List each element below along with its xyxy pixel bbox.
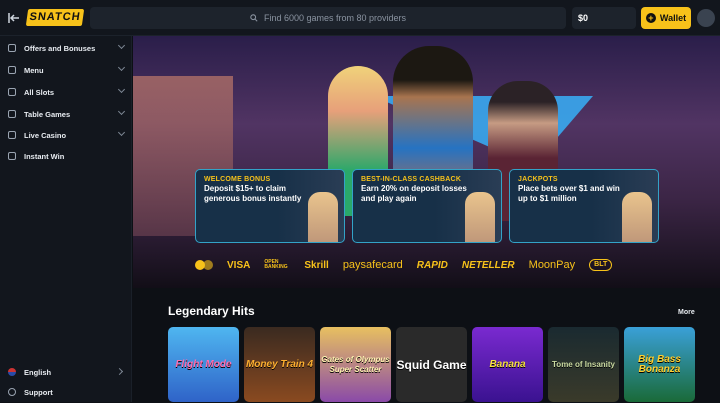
brand-logo[interactable]: SNATCH bbox=[25, 9, 85, 26]
wallet-button[interactable]: + Wallet bbox=[641, 7, 691, 29]
sidebar-item-label: Instant Win bbox=[24, 151, 65, 161]
sidebar-item-menu[interactable]: Menu bbox=[0, 59, 132, 81]
top-bar: SNATCH Find 6000 games from 80 providers… bbox=[0, 0, 720, 36]
language-label: English bbox=[24, 367, 52, 377]
sidebar-item-table-games[interactable]: Table Games bbox=[0, 103, 132, 125]
table-icon bbox=[8, 110, 16, 118]
language-selector[interactable]: English bbox=[0, 361, 132, 383]
menu-icon bbox=[8, 66, 16, 74]
promo-art-image bbox=[465, 192, 495, 242]
game-tile-gates-of-olympus[interactable]: Gates of Olympus Super Scatter bbox=[320, 327, 391, 402]
sidebar-item-offers[interactable]: Offers and Bonuses bbox=[0, 37, 132, 59]
instant-icon bbox=[8, 152, 16, 160]
payment-blt: BLT bbox=[589, 259, 613, 271]
game-title: Banana bbox=[489, 358, 526, 370]
sidebar-item-label: Live Casino bbox=[24, 130, 67, 140]
gift-icon bbox=[8, 44, 16, 52]
sidebar-item-label: Table Games bbox=[24, 109, 71, 119]
game-title: Tome of Insanity bbox=[552, 359, 615, 369]
game-tile-money-train-4[interactable]: Money Train 4 bbox=[244, 327, 315, 402]
game-tile-banana[interactable]: Banana bbox=[472, 327, 543, 402]
avatar[interactable] bbox=[697, 9, 715, 27]
game-tile-flight-mode[interactable]: Flight Mode bbox=[168, 327, 239, 402]
support-icon bbox=[8, 388, 16, 396]
balance-display[interactable]: $0 bbox=[572, 7, 636, 29]
chevron-down-icon bbox=[117, 41, 126, 50]
search-input[interactable]: Find 6000 games from 80 providers bbox=[90, 7, 566, 29]
game-tile-big-bass-bonanza[interactable]: Big Bass Bonanza bbox=[624, 327, 695, 402]
game-title: Squid Game bbox=[396, 357, 467, 372]
promo-card-cashback[interactable]: BEST-IN-CLASS CASHBACK Earn 20% on deposi… bbox=[352, 169, 502, 243]
payment-paysafecard: paysafecard bbox=[342, 259, 403, 271]
payment-neteller: NETELLER bbox=[461, 259, 515, 271]
slots-icon bbox=[8, 88, 16, 96]
support-link[interactable]: Support bbox=[0, 381, 132, 403]
collapse-sidebar-icon[interactable] bbox=[8, 12, 20, 24]
game-title: Big Bass Bonanza bbox=[638, 353, 681, 375]
live-icon bbox=[8, 131, 16, 139]
promo-desc: Earn 20% on deposit losses and play agai… bbox=[361, 184, 467, 203]
flag-icon bbox=[8, 368, 16, 376]
game-title: Money Train 4 bbox=[245, 358, 314, 370]
support-label: Support bbox=[24, 387, 53, 397]
promo-card-jackpots[interactable]: JACKPOTS Place bets over $1 and win up to… bbox=[509, 169, 659, 243]
mastercard-logo bbox=[195, 260, 213, 270]
payment-rapid: RAPID bbox=[416, 259, 448, 271]
promo-card-welcome[interactable]: WELCOME BONUS Deposit $15+ to claim gener… bbox=[195, 169, 345, 243]
payment-skrill: Skrill bbox=[304, 259, 329, 271]
chevron-right-icon bbox=[115, 367, 124, 376]
sidebar-item-label: Menu bbox=[24, 65, 44, 75]
promo-art-image bbox=[308, 192, 338, 242]
sidebar-item-all-slots[interactable]: All Slots bbox=[0, 81, 132, 103]
game-tile-squid-game[interactable]: Squid Game bbox=[396, 327, 467, 402]
search-placeholder: Find 6000 games from 80 providers bbox=[263, 13, 407, 23]
sidebar-item-live-casino[interactable]: Live Casino bbox=[0, 124, 132, 146]
section-title: Legendary Hits bbox=[168, 304, 255, 318]
promo-art-image bbox=[622, 192, 652, 242]
wallet-label: Wallet bbox=[659, 13, 687, 23]
game-title: Gates of Olympus Super Scatter bbox=[321, 354, 390, 374]
sidebar: Offers and Bonuses Menu All Slots Table … bbox=[0, 36, 132, 402]
chevron-down-icon bbox=[117, 128, 126, 137]
promo-title: BEST-IN-CLASS CASHBACK bbox=[361, 176, 462, 183]
chevron-down-icon bbox=[117, 107, 126, 116]
sidebar-item-label: All Slots bbox=[24, 87, 55, 97]
payment-moonpay: MoonPay bbox=[528, 259, 576, 271]
promo-title: WELCOME BONUS bbox=[204, 176, 271, 183]
search-icon bbox=[250, 14, 258, 22]
hero-banner[interactable]: WELCOME BONUS Deposit $15+ to claim gener… bbox=[133, 36, 720, 288]
sidebar-item-label: Offers and Bonuses bbox=[24, 43, 96, 53]
payment-methods: VISA OPEN BANKING Skrill paysafecard RAP… bbox=[195, 258, 665, 272]
promo-desc: Deposit $15+ to claim generous bonus ins… bbox=[204, 184, 302, 203]
game-tile-tome-of-insanity[interactable]: Tome of Insanity bbox=[548, 327, 619, 402]
chevron-down-icon bbox=[117, 63, 126, 72]
sidebar-item-instant-win[interactable]: Instant Win bbox=[0, 145, 132, 167]
promo-title: JACKPOTS bbox=[518, 176, 558, 183]
plus-icon: + bbox=[645, 13, 656, 23]
chevron-down-icon bbox=[117, 85, 126, 94]
payment-open-banking: OPEN BANKING bbox=[264, 259, 288, 270]
more-link[interactable]: More bbox=[678, 309, 695, 316]
promo-desc: Place bets over $1 and win up to $1 mill… bbox=[518, 184, 620, 203]
payment-visa: VISA bbox=[227, 259, 251, 271]
games-row: Flight Mode Money Train 4 Gates of Olymp… bbox=[168, 327, 720, 402]
game-title: Flight Mode bbox=[175, 358, 232, 370]
